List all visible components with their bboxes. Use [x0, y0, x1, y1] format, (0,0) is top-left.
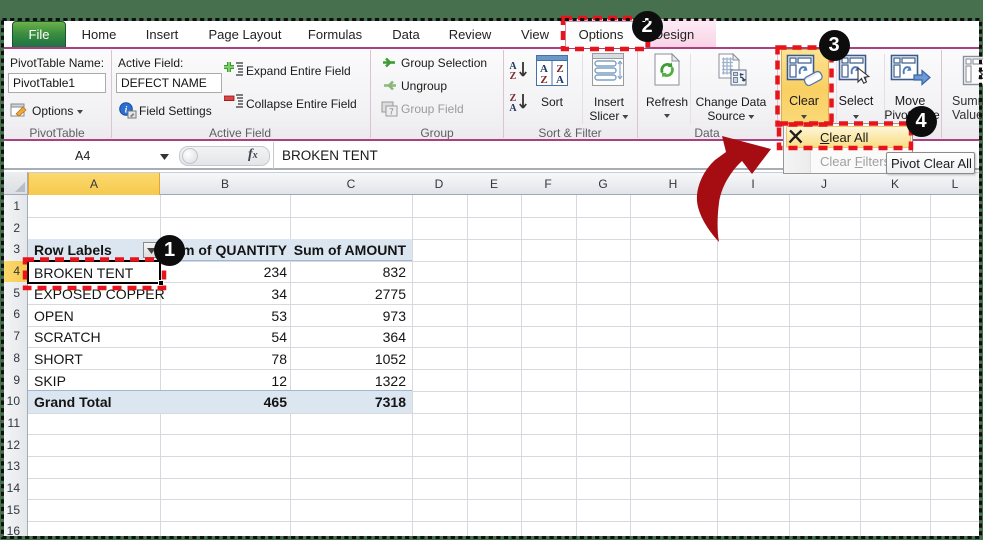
svg-text:A: A [556, 74, 564, 86]
svg-text:A: A [509, 103, 517, 112]
svg-text:Σ: Σ [978, 67, 983, 82]
svg-text:Z: Z [540, 74, 547, 86]
svg-text:Z: Z [510, 71, 517, 80]
svg-text:7: 7 [389, 108, 394, 117]
